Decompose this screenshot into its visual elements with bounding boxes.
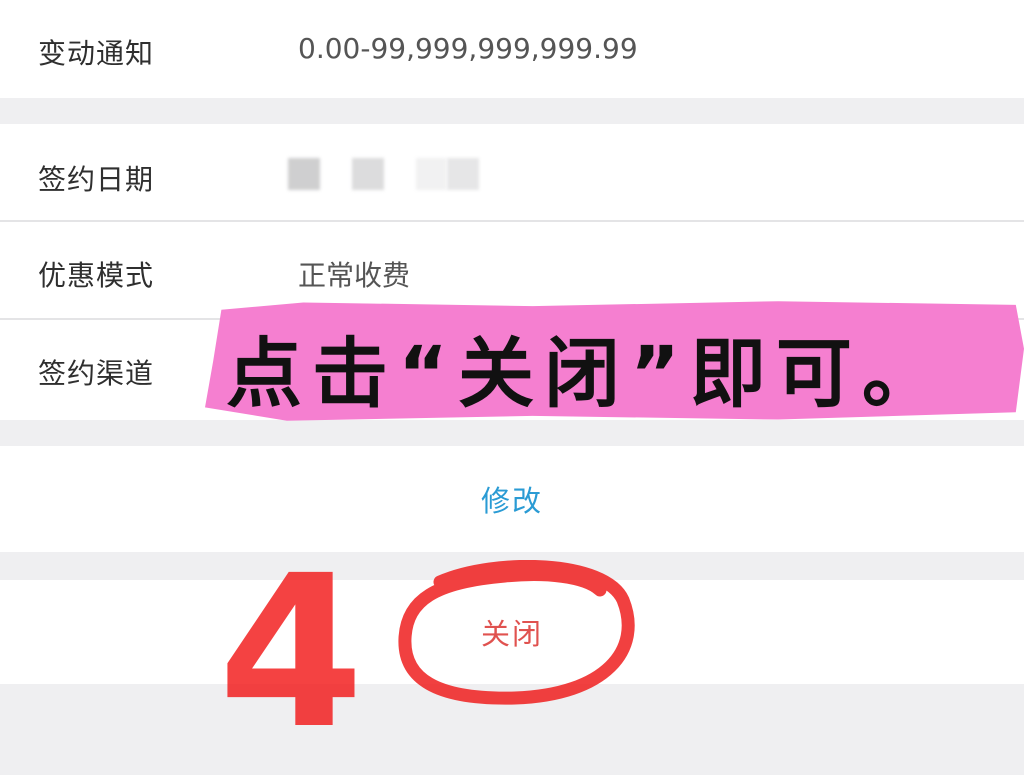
sign-channel-label: 签约渠道 — [38, 357, 155, 390]
sign-date-label: 签约日期 — [38, 163, 155, 196]
modify-button[interactable]: 修改 — [0, 446, 1024, 552]
sign-date-row: 签约日期 — [0, 124, 1024, 220]
sign-date-redacted-value-4 — [447, 158, 479, 190]
discount-mode-value: 正常收费 — [298, 259, 411, 292]
change-notice-label: 变动通知 — [38, 37, 155, 70]
sign-date-redacted-value — [288, 158, 320, 190]
change-notice-row: 变动通知 0.00-99,999,999,999.99 — [0, 0, 1024, 98]
change-notice-group: 变动通知 0.00-99,999,999,999.99 — [0, 0, 1024, 98]
modify-button-label: 修改 — [480, 484, 543, 518]
instruction-annotation: 点击“关闭”即可。 — [226, 329, 948, 418]
sign-date-redacted-value-3 — [416, 158, 446, 190]
sign-date-redacted-value-2 — [352, 158, 384, 190]
step-number-annotation: 4 — [218, 530, 365, 775]
change-notice-value: 0.00-99,999,999,999.99 — [298, 32, 638, 65]
circle-annotation-icon — [398, 560, 635, 705]
discount-mode-label: 优惠模式 — [38, 259, 155, 292]
